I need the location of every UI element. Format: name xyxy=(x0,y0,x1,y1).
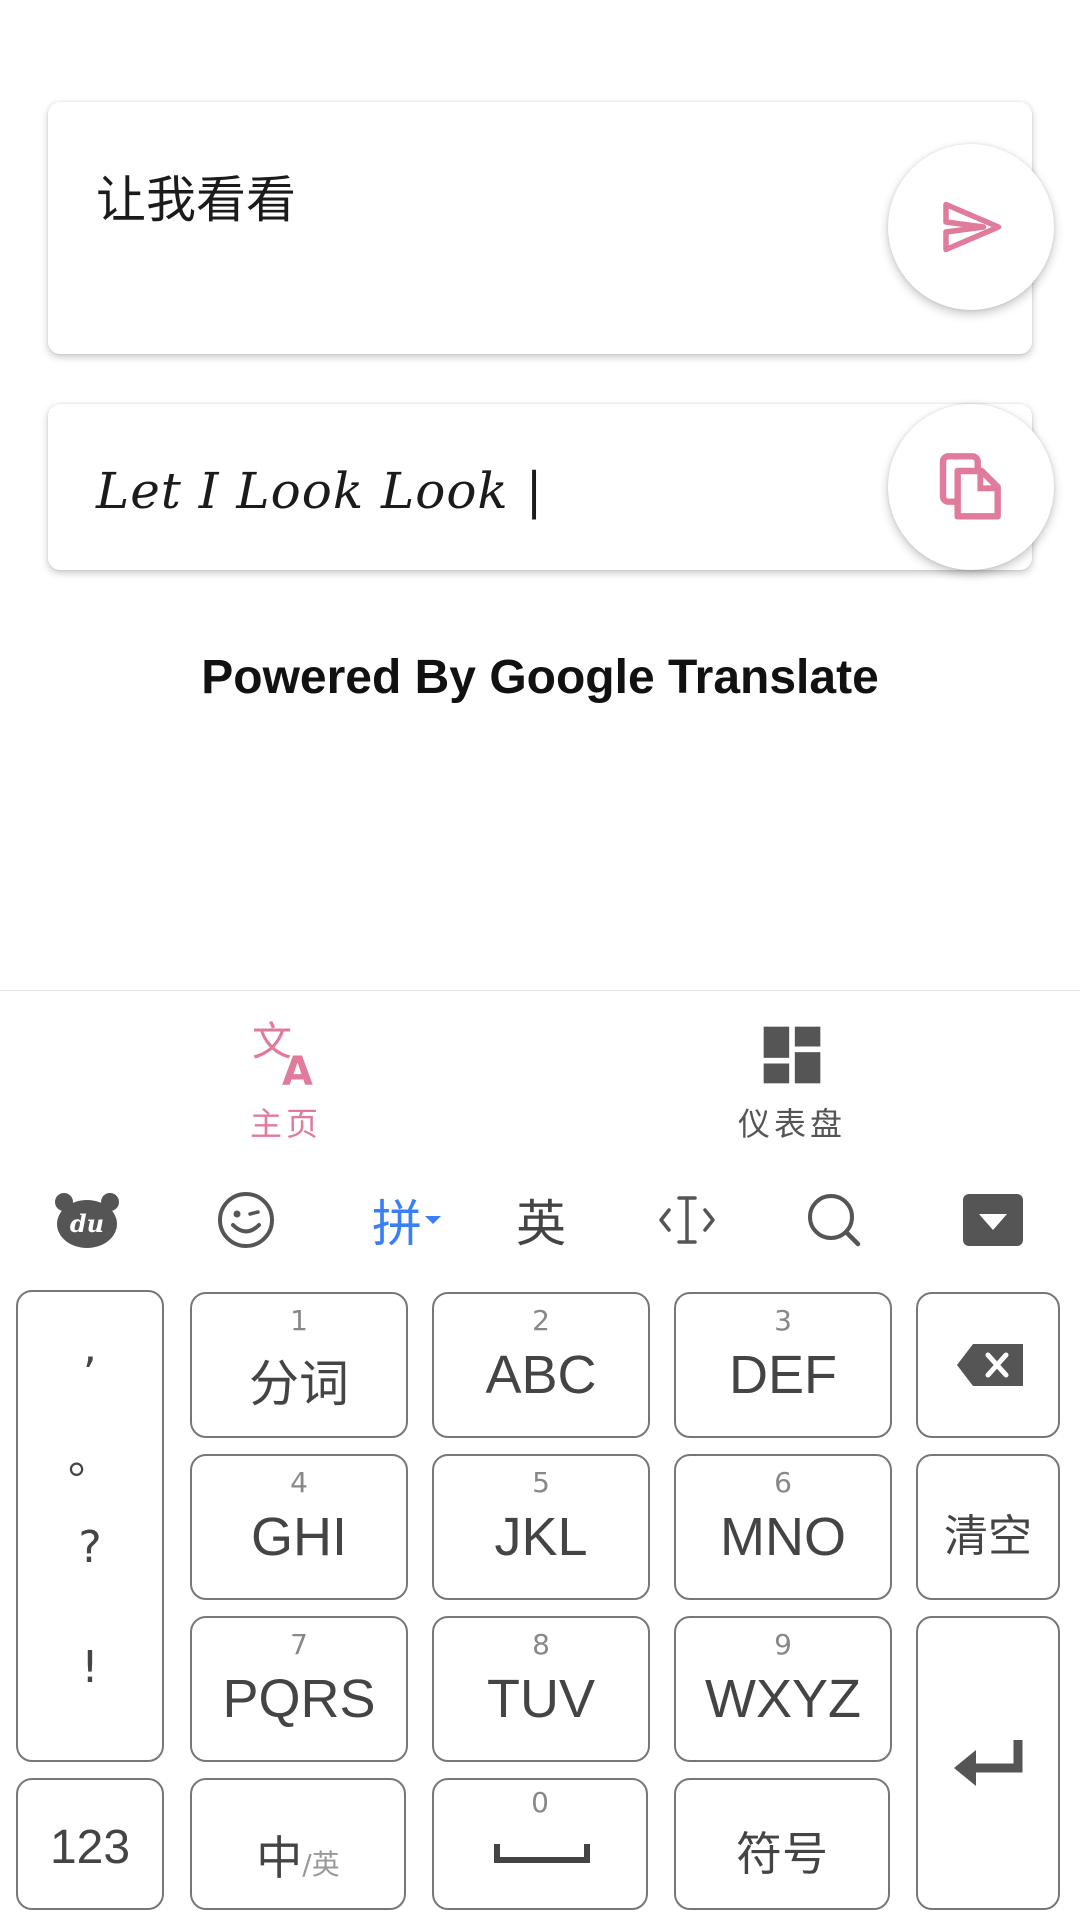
key-4-ghi[interactable]: 4 GHI xyxy=(190,1454,408,1600)
du-bear-logo-icon[interactable]: du xyxy=(47,1188,127,1252)
output-card: Let I Look Look | xyxy=(48,404,1032,570)
keyboard-toolbar: du 拼 英 xyxy=(0,1160,1080,1280)
backspace-icon xyxy=(957,1344,1023,1386)
key-1-segment[interactable]: 1 分词 xyxy=(190,1292,408,1438)
translate-send-button[interactable] xyxy=(888,144,1054,310)
svg-text:du: du xyxy=(70,1209,104,1238)
clear-label: 清空 xyxy=(944,1511,1032,1562)
key-6-mno[interactable]: 6 MNO xyxy=(674,1454,892,1600)
symbols-key[interactable]: 符号 xyxy=(674,1778,890,1910)
lang-sub: /英 xyxy=(302,1848,340,1881)
space-key[interactable]: 0 xyxy=(432,1778,648,1910)
punct-period[interactable]: 。 xyxy=(18,1422,162,1486)
key-num: 1 xyxy=(290,1304,308,1337)
search-icon[interactable] xyxy=(794,1188,874,1252)
source-text-input[interactable]: 让我看看 xyxy=(96,160,296,232)
key-2-abc[interactable]: 2 ABC xyxy=(432,1292,650,1438)
powered-by-text: Powered By Google Translate xyxy=(201,651,879,704)
key-label: DEF xyxy=(729,1345,837,1405)
language-toggle-key[interactable]: 中/英 xyxy=(190,1778,406,1910)
key-label: WXYZ xyxy=(705,1669,861,1729)
punct-comma[interactable]: , xyxy=(18,1322,162,1373)
symbols-label: 符号 xyxy=(736,1827,828,1881)
punctuation-column[interactable]: , 。 ? ! xyxy=(16,1290,164,1762)
nav-label-dashboard: 仪表盘 xyxy=(737,1105,846,1143)
key-5-jkl[interactable]: 5 JKL xyxy=(432,1454,650,1600)
key-label: GHI xyxy=(250,1507,347,1567)
soft-keyboard: du 拼 英 , 。 ? ! 1 分词 2 ABC 3 DEF 4 GHI 5 … xyxy=(0,1160,1080,1920)
key-num: 7 xyxy=(290,1628,308,1661)
translate-icon: 文 A xyxy=(252,1021,313,1089)
key-num: 9 xyxy=(774,1628,792,1661)
dashboard-icon xyxy=(763,1026,821,1084)
key-label: MNO xyxy=(720,1507,846,1567)
key-label: TUV xyxy=(487,1669,595,1729)
english-label: 英 xyxy=(516,1195,566,1253)
cursor-move-icon[interactable] xyxy=(647,1188,727,1252)
punct-question[interactable]: ? xyxy=(18,1522,162,1573)
nav-item-home[interactable]: 文 A 主页 xyxy=(186,991,386,1157)
key-num: 0 xyxy=(531,1786,549,1819)
bottom-navigation: 文 A 主页 仪表盘 xyxy=(0,990,1080,1157)
key-8-tuv[interactable]: 8 TUV xyxy=(432,1616,650,1762)
key-num: 6 xyxy=(774,1466,792,1499)
punct-exclaim[interactable]: ! xyxy=(18,1642,162,1693)
input-card[interactable]: 让我看看 xyxy=(48,102,1032,354)
nav-item-dashboard[interactable]: 仪表盘 xyxy=(692,991,892,1157)
send-icon xyxy=(943,201,1002,253)
copy-icon xyxy=(939,453,1001,520)
number-mode-key[interactable]: 123 xyxy=(16,1778,164,1910)
enter-key[interactable] xyxy=(916,1616,1060,1910)
emoji-wink-icon[interactable] xyxy=(206,1188,286,1252)
key-label: ABC xyxy=(485,1345,597,1405)
key-num: 8 xyxy=(532,1628,550,1661)
lang-toggle-label: 中/英 xyxy=(192,1822,404,1888)
key-label: PQRS xyxy=(222,1669,376,1729)
space-bar-icon xyxy=(494,1844,590,1863)
key-label: 分词 xyxy=(249,1355,349,1413)
number-mode-label: 123 xyxy=(49,1821,131,1874)
enter-icon xyxy=(954,1740,1023,1786)
key-num: 2 xyxy=(532,1304,550,1337)
svg-text:A: A xyxy=(282,1049,313,1089)
backspace-key[interactable] xyxy=(916,1292,1060,1438)
copy-button[interactable] xyxy=(888,404,1054,570)
key-7-pqrs[interactable]: 7 PQRS xyxy=(190,1616,408,1762)
nav-label-home: 主页 xyxy=(249,1105,322,1143)
key-num: 3 xyxy=(774,1304,792,1337)
pinyin-mode-toggle[interactable]: 拼 xyxy=(362,1188,452,1253)
caret-down-icon xyxy=(425,1216,441,1224)
key-9-wxyz[interactable]: 9 WXYZ xyxy=(674,1616,892,1762)
hide-keyboard-icon[interactable] xyxy=(953,1188,1033,1252)
pinyin-label: 拼 xyxy=(372,1195,422,1253)
english-mode-toggle[interactable]: 英 xyxy=(501,1188,581,1253)
lang-main: 中 xyxy=(256,1831,303,1885)
key-3-def[interactable]: 3 DEF xyxy=(674,1292,892,1438)
key-num: 4 xyxy=(290,1466,308,1499)
key-num: 5 xyxy=(532,1466,550,1499)
key-label: JKL xyxy=(494,1507,588,1567)
clear-key[interactable]: 清空 xyxy=(916,1454,1060,1600)
translated-text: Let I Look Look | xyxy=(96,462,544,520)
